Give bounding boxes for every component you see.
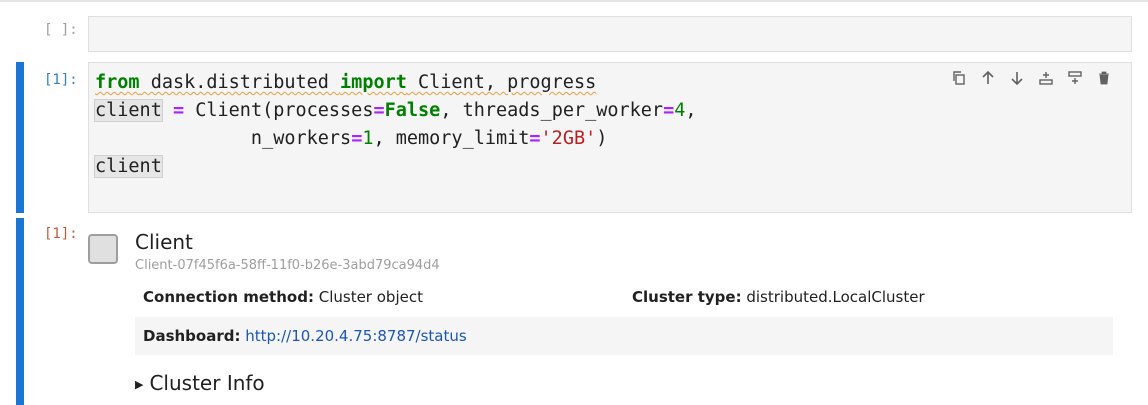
arrow-up-icon[interactable] <box>979 69 997 87</box>
copy-icon[interactable] <box>950 69 968 87</box>
kw-eq: = <box>351 128 363 149</box>
delete-icon[interactable] <box>1095 69 1113 87</box>
arg-n-workers: n_workers <box>95 128 352 149</box>
client-info-row: Connection method: Cluster object Cluste… <box>135 278 1113 316</box>
active-cell-indicator <box>16 62 24 213</box>
connection-method-value: Cluster object <box>318 288 423 306</box>
empty-cell-editor[interactable] <box>88 16 1132 52</box>
keyword-false: False <box>384 100 441 121</box>
arg-threads: , threads_per_worker <box>440 100 664 121</box>
client-title: Client <box>135 230 193 254</box>
call-open: Client(processes <box>195 100 374 121</box>
cluster-info-label: Cluster Info <box>149 371 265 395</box>
variable-client: client <box>94 99 163 122</box>
number-four: 4 <box>674 100 686 121</box>
call-close: ) <box>596 128 608 149</box>
module-name: dask.distributed <box>139 72 341 93</box>
code-cell[interactable]: [1]: from dask.distributed import Client… <box>0 62 1148 214</box>
arg-memory-limit: , memory_limit <box>373 128 530 149</box>
insert-below-icon[interactable] <box>1066 69 1084 87</box>
client-widget-icon <box>88 234 118 264</box>
cluster-info-toggle[interactable]: ▶ Cluster Info <box>135 371 265 395</box>
dashboard-row: Dashboard: http://10.20.4.75:8787/status <box>135 317 1113 355</box>
dashboard-label: Dashboard: <box>143 327 241 345</box>
keyword-from: from <box>95 72 140 93</box>
keyword-import: import <box>340 72 407 93</box>
dashboard-link[interactable]: http://10.20.4.75:8787/status <box>245 327 466 345</box>
empty-code-cell[interactable]: [ ]: <box>0 14 1148 54</box>
cell-toolbar <box>950 69 1113 87</box>
client-id: Client-07f45f6a-58ff-11f0-b26e-3abd79ca9… <box>135 258 440 273</box>
cell-prompt: [ ]: <box>44 22 78 38</box>
connection-method-label: Connection method: <box>143 288 314 306</box>
disclosure-triangle-icon: ▶ <box>135 378 144 391</box>
connection-method: Connection method: Cluster object <box>143 288 423 306</box>
import-names: Client, progress <box>406 72 597 93</box>
output-cell: [1]: Client Client-07f45f6a-58ff-11f0-b2… <box>0 218 1148 405</box>
active-cell-indicator <box>16 218 24 405</box>
kw-eq: = <box>373 100 385 121</box>
code-editor[interactable]: from dask.distributed import Client, pro… <box>88 62 1132 213</box>
comma: , <box>685 100 697 121</box>
cluster-type-value: distributed.LocalCluster <box>746 288 925 306</box>
code-text[interactable]: from dask.distributed import Client, pro… <box>94 69 697 181</box>
insert-above-icon[interactable] <box>1037 69 1055 87</box>
kw-eq: = <box>663 100 675 121</box>
notebook-top-border <box>0 0 1148 2</box>
cluster-type: Cluster type: distributed.LocalCluster <box>632 288 925 306</box>
dashboard: Dashboard: http://10.20.4.75:8787/status <box>143 327 467 345</box>
kw-eq: = <box>529 128 541 149</box>
cluster-type-label: Cluster type: <box>632 288 742 306</box>
arrow-down-icon[interactable] <box>1008 69 1026 87</box>
cell-prompt: [1]: <box>44 72 78 88</box>
output-prompt: [1]: <box>44 226 78 242</box>
assign-operator: = <box>161 100 196 121</box>
variable-client-display: client <box>94 155 163 178</box>
string-2gb: '2GB' <box>540 128 597 149</box>
number-one: 1 <box>362 128 374 149</box>
